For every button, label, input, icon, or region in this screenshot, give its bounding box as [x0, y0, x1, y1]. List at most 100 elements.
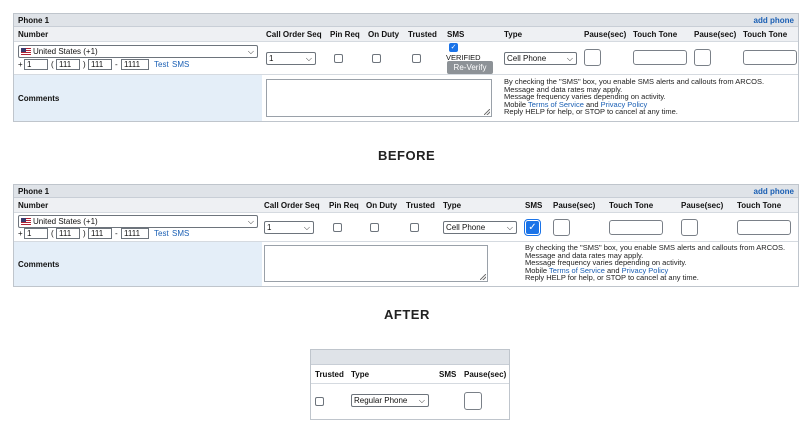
- column-header-row: Number Call Order Seq Pin Req On Duty Tr…: [14, 198, 798, 213]
- touch-tone-input-2[interactable]: [743, 50, 797, 65]
- phone-section-title: Phone 1: [18, 15, 50, 25]
- pause-input-1[interactable]: [584, 49, 601, 66]
- col-call-order-seq: Call Order Seq: [266, 30, 322, 39]
- reverify-button[interactable]: Re-Verify: [447, 61, 493, 74]
- country-code-input[interactable]: 1: [24, 228, 48, 239]
- plus-sign: +: [18, 229, 23, 238]
- area-code-input[interactable]: 111: [56, 228, 80, 239]
- comments-row: Comments By checking the "SMS" box, you …: [14, 75, 798, 121]
- exchange-input[interactable]: 111: [88, 228, 112, 239]
- area-code-input[interactable]: 111: [56, 59, 80, 70]
- type-select[interactable]: Cell Phone ⌵: [504, 52, 577, 65]
- col-on-duty: On Duty: [366, 201, 398, 210]
- pin-req-checkbox[interactable]: [333, 223, 342, 232]
- paren-open: (: [51, 60, 54, 69]
- zoom-pause-input[interactable]: [464, 392, 482, 410]
- phone-section-bar: Phone 1 add phone: [14, 185, 798, 198]
- col-on-duty: On Duty: [368, 30, 400, 39]
- add-phone-link[interactable]: add phone: [754, 16, 794, 25]
- col-pause-2: Pause(sec): [681, 201, 724, 210]
- checkmark-icon: ✓: [450, 44, 457, 51]
- paren-close: ): [83, 229, 86, 238]
- comments-textarea[interactable]: [264, 245, 488, 282]
- phone-section-bar: Phone 1 add phone: [14, 14, 798, 27]
- country-code-input[interactable]: 1: [24, 59, 48, 70]
- col-pause-1: Pause(sec): [584, 30, 627, 39]
- chevron-down-icon: ⌵: [566, 54, 573, 63]
- type-select[interactable]: Cell Phone ⌵: [443, 221, 517, 234]
- comments-label: Comments: [14, 242, 262, 286]
- on-duty-checkbox[interactable]: [372, 54, 381, 63]
- us-flag-icon: [21, 48, 31, 56]
- country-select[interactable]: United States (+1) ⌵: [18, 215, 258, 228]
- pause-input-1[interactable]: [553, 219, 570, 236]
- col-trusted: Trusted: [408, 30, 437, 39]
- zoom-trusted-checkbox[interactable]: [315, 397, 324, 406]
- phone-row: United States (+1) ⌵ + 1 ( 111 ) 111 - 1…: [14, 42, 798, 75]
- paren-close: ): [83, 60, 86, 69]
- after-caption: AFTER: [384, 307, 430, 322]
- call-order-value: 1: [267, 223, 272, 232]
- phone-row: United States (+1) ⌵ + 1 ( 111 ) 111 - 1…: [14, 213, 798, 242]
- col-pin-req: Pin Req: [329, 201, 359, 210]
- after-phone-panel: Phone 1 add phone Number Call Order Seq …: [13, 184, 799, 287]
- col-pause-1: Pause(sec): [553, 201, 596, 210]
- phone-section-title: Phone 1: [18, 186, 50, 196]
- before-caption: BEFORE: [378, 148, 436, 163]
- trusted-checkbox[interactable]: [410, 223, 419, 232]
- sms-link[interactable]: SMS: [172, 229, 189, 238]
- line-number-input[interactable]: 1111: [121, 59, 149, 70]
- touch-tone-input-2[interactable]: [737, 220, 791, 235]
- sms-checkbox[interactable]: ✓: [449, 43, 458, 52]
- country-select[interactable]: United States (+1) ⌵: [18, 45, 258, 58]
- sms-checkbox[interactable]: ✓: [524, 219, 541, 236]
- comments-row: Comments By checking the "SMS" box, you …: [14, 242, 798, 286]
- disclaimer-line-5: Reply HELP for help, or STOP to cancel a…: [504, 107, 678, 116]
- trusted-checkbox[interactable]: [412, 54, 421, 63]
- exchange-input[interactable]: 111: [88, 59, 112, 70]
- type-select-value: Cell Phone: [446, 223, 486, 232]
- chevron-down-icon: ⌵: [247, 47, 254, 56]
- col-touch-tone-2: Touch Tone: [737, 201, 782, 210]
- touch-tone-input-1[interactable]: [633, 50, 687, 65]
- test-link[interactable]: Test: [154, 60, 169, 69]
- col-sms: SMS: [525, 201, 543, 210]
- chevron-down-icon: ⌵: [305, 54, 312, 63]
- call-order-select[interactable]: 1 ⌵: [266, 52, 316, 65]
- chevron-down-icon: ⌵: [418, 396, 425, 405]
- plus-sign: +: [18, 60, 23, 69]
- col-call-order-seq: Call Order Seq: [264, 201, 320, 210]
- on-duty-checkbox[interactable]: [370, 223, 379, 232]
- call-order-select[interactable]: 1 ⌵: [264, 221, 314, 234]
- checkmark-icon: ✓: [528, 222, 537, 233]
- chevron-down-icon: ⌵: [506, 223, 513, 232]
- comments-label: Comments: [14, 75, 262, 121]
- zoom-type-select[interactable]: Regular Phone ⌵: [351, 394, 429, 407]
- chevron-down-icon: ⌵: [247, 217, 254, 226]
- resize-grip-icon: [484, 109, 490, 115]
- col-type: Type: [443, 201, 462, 210]
- comments-textarea[interactable]: [266, 79, 492, 117]
- zoom-inset: Trusted Type SMS Pause(sec) Regular Phon…: [310, 349, 510, 420]
- col-touch-tone-2: Touch Tone: [743, 30, 788, 39]
- test-link[interactable]: Test: [154, 229, 169, 238]
- touch-tone-input-1[interactable]: [609, 220, 663, 235]
- dash: -: [115, 60, 118, 69]
- col-pause-2: Pause(sec): [694, 30, 737, 39]
- line-number-input[interactable]: 1111: [121, 228, 149, 239]
- zoom-col-pause: Pause(sec): [464, 370, 507, 379]
- sms-disclaimer: By checking the "SMS" box, you enable SM…: [525, 244, 785, 282]
- col-sms: SMS: [447, 30, 465, 39]
- zoom-column-header: Trusted Type SMS Pause(sec): [311, 365, 509, 384]
- before-phone-panel: Phone 1 add phone Number Call Order Seq …: [13, 13, 799, 122]
- sms-link[interactable]: SMS: [172, 60, 189, 69]
- pause-input-2[interactable]: [681, 219, 698, 236]
- col-trusted: Trusted: [406, 201, 435, 210]
- zoom-col-sms: SMS: [439, 370, 457, 379]
- disclaimer-line-5: Reply HELP for help, or STOP to cancel a…: [525, 273, 699, 282]
- col-pin-req: Pin Req: [330, 30, 360, 39]
- add-phone-link[interactable]: add phone: [754, 187, 794, 196]
- pause-input-2[interactable]: [694, 49, 711, 66]
- col-type: Type: [504, 30, 523, 39]
- pin-req-checkbox[interactable]: [334, 54, 343, 63]
